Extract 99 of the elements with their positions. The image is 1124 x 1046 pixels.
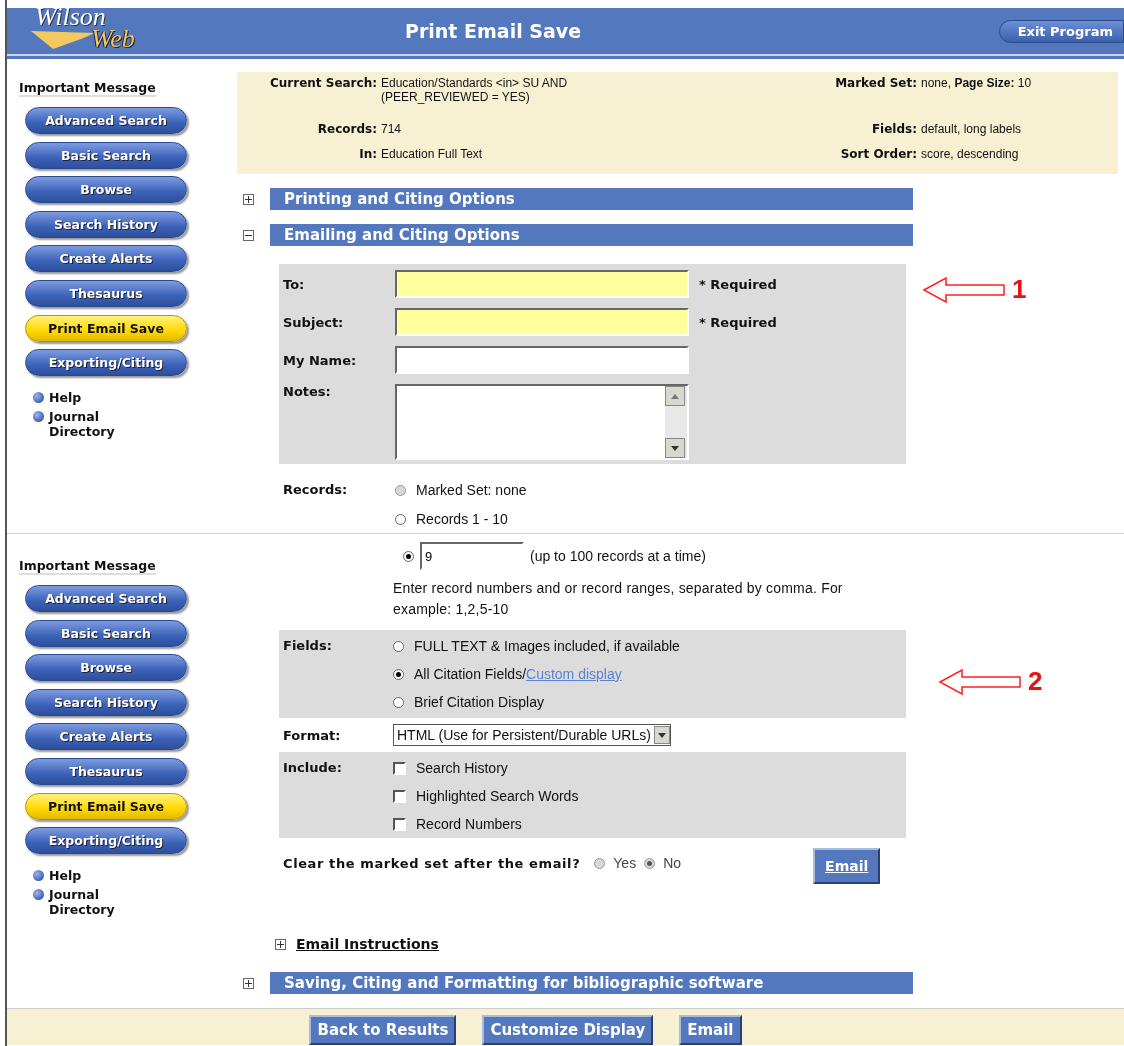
option-label: Yes <box>613 855 637 871</box>
nav-button[interactable]: Exporting/Citing <box>25 827 187 855</box>
field-label: Subject: <box>283 314 345 330</box>
field-label: Fields: <box>283 638 333 655</box>
footer-button[interactable]: Customize Display <box>482 1015 654 1045</box>
format-dropdown[interactable]: HTML (Use for Persistent/Durable URLs) <box>393 724 671 746</box>
email-instructions-link[interactable]: Email Instructions <box>296 936 439 952</box>
summary-value: default, long labels <box>921 122 1022 138</box>
option-label: No <box>663 855 682 871</box>
checkbox[interactable] <box>393 817 406 831</box>
summary-value: Education Full Text <box>381 147 484 163</box>
summary-label: In: <box>358 147 377 163</box>
nav-button[interactable]: Print Email Save <box>25 792 187 820</box>
help-text: Enter record numbers and or record ranges, separated by comma. For example: 1,2,5-10 <box>393 579 844 619</box>
summary-value: none, Page Size: 10 <box>921 76 1032 92</box>
radio-button[interactable] <box>594 857 606 869</box>
section-header[interactable]: Printing and Citing Options <box>270 188 913 210</box>
callout-number: 2 <box>1028 666 1043 697</box>
summary-label: Marked Set: <box>834 76 917 92</box>
arrow-icon <box>938 667 1022 696</box>
bullet-icon <box>33 869 44 881</box>
email-button[interactable]: Email <box>813 848 881 884</box>
important-message-link[interactable]: Important Message <box>19 558 156 575</box>
nav-button[interactable]: Print Email Save <box>25 314 187 342</box>
radio-button[interactable] <box>403 550 414 562</box>
radio-button[interactable] <box>393 668 404 680</box>
sidebar-link[interactable]: Journal Directory <box>49 408 139 439</box>
field-label: Include: <box>283 760 343 777</box>
nav-button[interactable]: Basic Search <box>25 141 187 169</box>
exit-program-button[interactable]: Exit Program <box>998 19 1124 43</box>
field-label: Notes: <box>283 384 332 399</box>
toggle-icon[interactable] <box>243 977 254 989</box>
nav-button[interactable]: Browse <box>25 654 187 682</box>
required-note: * Required <box>699 276 777 292</box>
field-label: To: <box>283 276 306 292</box>
option-label: FULL TEXT & Images included, if available <box>414 638 680 654</box>
option-label: Record Numbers <box>416 816 522 832</box>
text-field[interactable] <box>395 308 689 336</box>
sidebar-link[interactable]: Help <box>49 389 139 405</box>
summary-value: Education/Standards <in> SU AND (PEER_REVIEWED = YES) <box>381 76 569 106</box>
option-label: Marked Set: none <box>416 482 527 498</box>
nav-button[interactable]: Create Alerts <box>25 723 187 751</box>
nav-button[interactable]: Advanced Search <box>25 107 187 134</box>
option-label: Highlighted Search Words <box>416 788 579 804</box>
nav-button[interactable]: Exporting/Citing <box>25 349 187 377</box>
required-note: * Required <box>699 314 777 330</box>
section-header[interactable]: Saving, Citing and Formatting for bibliographic software <box>270 972 913 994</box>
record-range-field[interactable]: 9 <box>420 542 524 570</box>
footer-button[interactable]: Back to Results <box>309 1015 457 1045</box>
nav-button[interactable]: Search History <box>25 688 187 716</box>
nav-button[interactable]: Thesaurus <box>25 279 187 307</box>
bullet-icon <box>33 391 44 403</box>
radio-button[interactable] <box>395 513 406 525</box>
option-label: All Citation Fields/ <box>414 666 527 682</box>
footer-button[interactable]: Email <box>679 1015 742 1045</box>
text-field[interactable] <box>395 346 689 374</box>
nav-button[interactable]: Create Alerts <box>25 245 187 273</box>
summary-value: score, descending <box>921 147 1019 163</box>
field-label: Records: <box>283 482 349 499</box>
arrow-icon <box>922 275 1006 304</box>
logo: Wilson Web <box>25 8 155 54</box>
summary-value: 714 <box>381 122 403 138</box>
toggle-icon[interactable] <box>243 229 254 241</box>
option-label: Search History <box>416 760 508 776</box>
hint-text: (up to 100 records at a time) <box>530 548 706 564</box>
sidebar-link[interactable]: Journal Directory <box>49 886 139 917</box>
nav-button[interactable]: Thesaurus <box>25 757 187 785</box>
sidebar-link[interactable]: Help <box>49 867 139 883</box>
nav-button[interactable]: Browse <box>25 176 187 204</box>
custom-display-link[interactable]: Custom display <box>526 666 622 682</box>
radio-button[interactable] <box>644 857 656 869</box>
radio-button[interactable] <box>393 696 404 708</box>
nav-button[interactable]: Search History <box>25 210 187 238</box>
bullet-icon <box>33 410 44 422</box>
important-message-link[interactable]: Important Message <box>19 80 156 97</box>
text-field[interactable] <box>395 270 689 298</box>
option-label: Records 1 - 10 <box>416 511 508 527</box>
toggle-icon[interactable] <box>275 938 286 950</box>
section-header[interactable]: Emailing and Citing Options <box>270 224 913 246</box>
checkbox[interactable] <box>393 761 406 775</box>
field-label: Format: <box>283 727 342 743</box>
scroll-up-icon[interactable] <box>665 386 685 406</box>
notes-field[interactable] <box>395 384 689 460</box>
field-label: My Name: <box>283 352 358 368</box>
summary-label: Current Search: <box>268 76 377 92</box>
toggle-icon[interactable] <box>243 193 254 205</box>
callout-number: 1 <box>1012 274 1027 305</box>
question-label: Clear the marked set after the email? <box>283 855 581 871</box>
scroll-down-icon[interactable] <box>665 438 685 458</box>
page-title: Print Email Save <box>405 20 582 42</box>
checkbox[interactable] <box>393 789 406 803</box>
option-label: Brief Citation Display <box>414 694 544 710</box>
summary-label: Sort Order: <box>839 147 917 163</box>
nav-button[interactable]: Basic Search <box>25 619 187 647</box>
bullet-icon <box>33 888 44 900</box>
nav-button[interactable]: Advanced Search <box>25 585 187 612</box>
summary-label: Records: <box>316 122 377 138</box>
radio-button[interactable] <box>393 640 404 652</box>
summary-label: Fields: <box>870 122 917 138</box>
